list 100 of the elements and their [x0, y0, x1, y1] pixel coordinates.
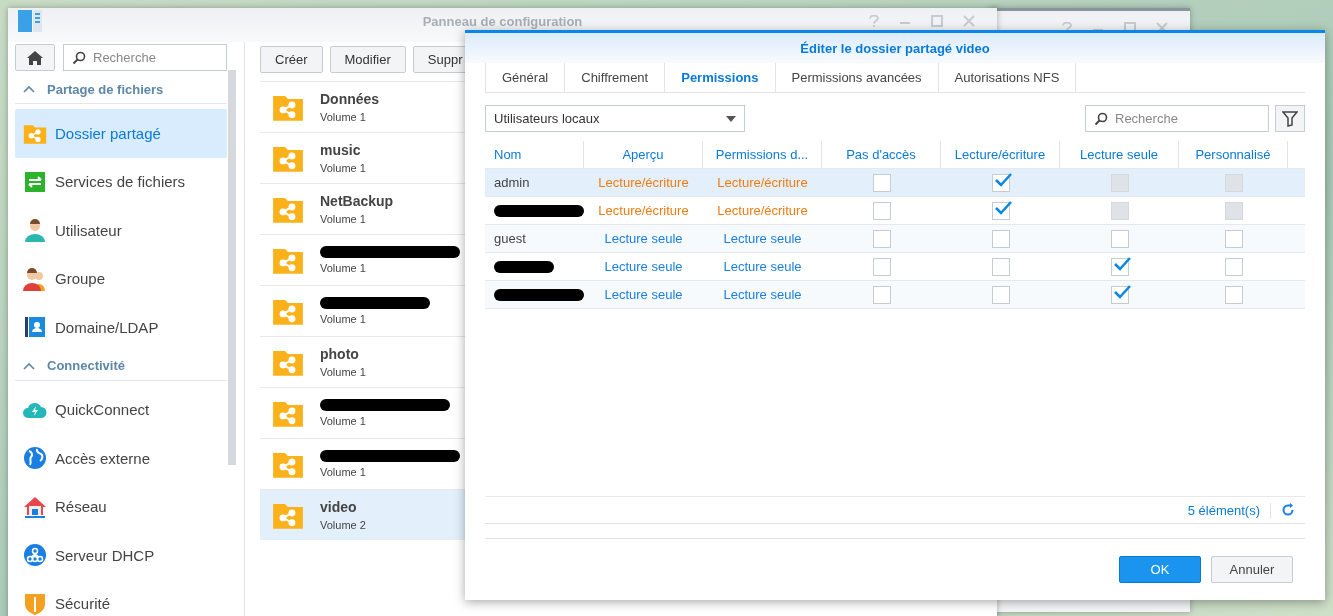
- tab[interactable]: Autorisations NFS: [938, 63, 1077, 92]
- checkbox[interactable]: [872, 257, 891, 276]
- volume-label: Volume 1: [320, 415, 367, 427]
- checkbox[interactable]: [872, 285, 891, 304]
- toolbar-button[interactable]: Créer: [260, 46, 323, 73]
- table-row[interactable]: Lecture seule Lecture seule: [485, 281, 1305, 309]
- preview-cell: Lecture seule: [604, 231, 683, 246]
- sidebar-item[interactable]: Utilisateur: [15, 206, 227, 255]
- sidebar-item[interactable]: Sécurité: [15, 579, 227, 616]
- checkbox[interactable]: [872, 229, 891, 248]
- checkbox[interactable]: [1110, 229, 1129, 248]
- search-icon: [72, 51, 86, 65]
- checkbox[interactable]: [991, 257, 1010, 276]
- home-button[interactable]: [15, 44, 55, 71]
- checkbox[interactable]: [991, 285, 1010, 304]
- sidebar-item[interactable]: Serveur DHCP: [15, 531, 227, 580]
- permission-cell: Lecture seule: [723, 259, 802, 274]
- caret-icon: [726, 115, 736, 122]
- group-icon: [23, 266, 47, 291]
- folder-name: video: [320, 499, 358, 515]
- column-header[interactable]: Pas d'accès: [822, 141, 941, 168]
- user-icon: [23, 218, 47, 243]
- preview-cell: Lecture/écriture: [598, 175, 689, 190]
- preview-cell: Lecture/écriture: [598, 203, 689, 218]
- toolbar-button[interactable]: Modifier: [329, 46, 406, 73]
- volume-label: Volume 1: [320, 366, 366, 378]
- help-icon[interactable]: [869, 15, 879, 27]
- shared-folder-icon: [23, 122, 47, 145]
- folder-name: Données: [320, 91, 380, 107]
- checkbox[interactable]: [1110, 257, 1129, 276]
- checkbox[interactable]: [872, 201, 891, 220]
- checkbox[interactable]: [991, 173, 1010, 192]
- contact-card-icon: [23, 315, 47, 340]
- folder-name: photo: [320, 346, 360, 362]
- checkbox[interactable]: [872, 173, 891, 192]
- checkbox[interactable]: [1110, 285, 1129, 304]
- sidebar-item[interactable]: Groupe: [15, 254, 227, 304]
- window-title: Panneau de configuration: [422, 13, 583, 29]
- sidebar-item[interactable]: Services de fichiers: [15, 157, 227, 207]
- tab[interactable]: Chiffrement: [565, 63, 666, 92]
- tab[interactable]: Général: [485, 63, 566, 92]
- section-header: Connectivité: [47, 358, 125, 374]
- folder-name: music: [320, 142, 362, 158]
- folder-row[interactable]: video Volume 2: [260, 489, 465, 540]
- permission-cell: Lecture/écriture: [717, 203, 808, 218]
- search-field[interactable]: Recherche: [1085, 105, 1269, 132]
- close-icon[interactable]: [963, 15, 975, 27]
- cancel-button[interactable]: Annuler: [1211, 556, 1293, 583]
- refresh-icon[interactable]: [1281, 503, 1295, 517]
- permission-cell: Lecture/écriture: [717, 175, 808, 190]
- tab[interactable]: Permissions: [665, 63, 776, 92]
- filter-button[interactable]: [1275, 105, 1305, 132]
- checkbox[interactable]: [1224, 257, 1243, 276]
- scrollbar[interactable]: [228, 70, 236, 465]
- checkbox[interactable]: [991, 201, 1010, 220]
- sidebar-item[interactable]: Réseau: [15, 482, 227, 532]
- volume-label: Volume 2: [320, 519, 366, 531]
- tab[interactable]: Permissions avancées: [775, 63, 939, 92]
- permission-cell: Lecture seule: [723, 231, 802, 246]
- sidebar-item[interactable]: Accès externe: [15, 434, 227, 483]
- sidebar-item[interactable]: QuickConnect: [15, 385, 227, 435]
- sidebar-item[interactable]: Domaine/LDAP: [15, 303, 227, 352]
- checkmark-icon: [993, 172, 1012, 187]
- checkmark-icon: [1112, 256, 1131, 271]
- control-panel-icon: [18, 10, 42, 32]
- column-header[interactable]: Lecture/écriture: [941, 141, 1060, 168]
- section-header: Partage de fichiers: [47, 81, 164, 97]
- volume-label: Volume 1: [320, 466, 367, 478]
- filter-icon: [1282, 110, 1298, 127]
- column-header[interactable]: Permissions d...: [703, 141, 822, 168]
- permission-cell: Lecture seule: [723, 287, 802, 302]
- search-field[interactable]: Recherche: [63, 44, 227, 71]
- item-count: 5 élément(s): [1187, 502, 1271, 518]
- collapse-icon[interactable]: [23, 361, 35, 370]
- column-header[interactable]: Personnalisé: [1179, 141, 1288, 168]
- volume-label: Volume 1: [320, 313, 367, 325]
- dialog-title: Éditer le dossier partagé video: [465, 33, 1325, 63]
- maximize-icon[interactable]: [931, 15, 943, 27]
- search-icon: [1094, 112, 1108, 126]
- user-name: guest: [494, 231, 526, 246]
- arrows-icon: [23, 169, 47, 194]
- column-header[interactable]: Lecture seule: [1060, 141, 1179, 168]
- preview-cell: Lecture seule: [604, 259, 683, 274]
- folder-name: NetBackup: [320, 193, 394, 209]
- volume-label: Volume 1: [320, 111, 367, 123]
- column-header[interactable]: Nom: [485, 141, 584, 168]
- checkbox[interactable]: [991, 229, 1010, 248]
- column-header[interactable]: Aperçu: [584, 141, 703, 168]
- user-name: admin: [494, 175, 530, 190]
- collapse-icon[interactable]: [23, 85, 35, 94]
- checkbox[interactable]: [1224, 229, 1243, 248]
- globe-icon: [23, 446, 47, 471]
- table-row[interactable]: admin Lecture/écriture Lecture/écriture: [485, 169, 1305, 197]
- table-row[interactable]: guest Lecture seule Lecture seule: [485, 225, 1305, 253]
- checkbox[interactable]: [1224, 285, 1243, 304]
- user-type-dropdown[interactable]: Utilisateurs locaux: [485, 105, 745, 132]
- checkmark-icon: [993, 200, 1012, 215]
- redaction-mark: [494, 260, 554, 273]
- sidebar-item[interactable]: Dossier partagé: [15, 109, 227, 158]
- home-icon: [26, 49, 44, 66]
